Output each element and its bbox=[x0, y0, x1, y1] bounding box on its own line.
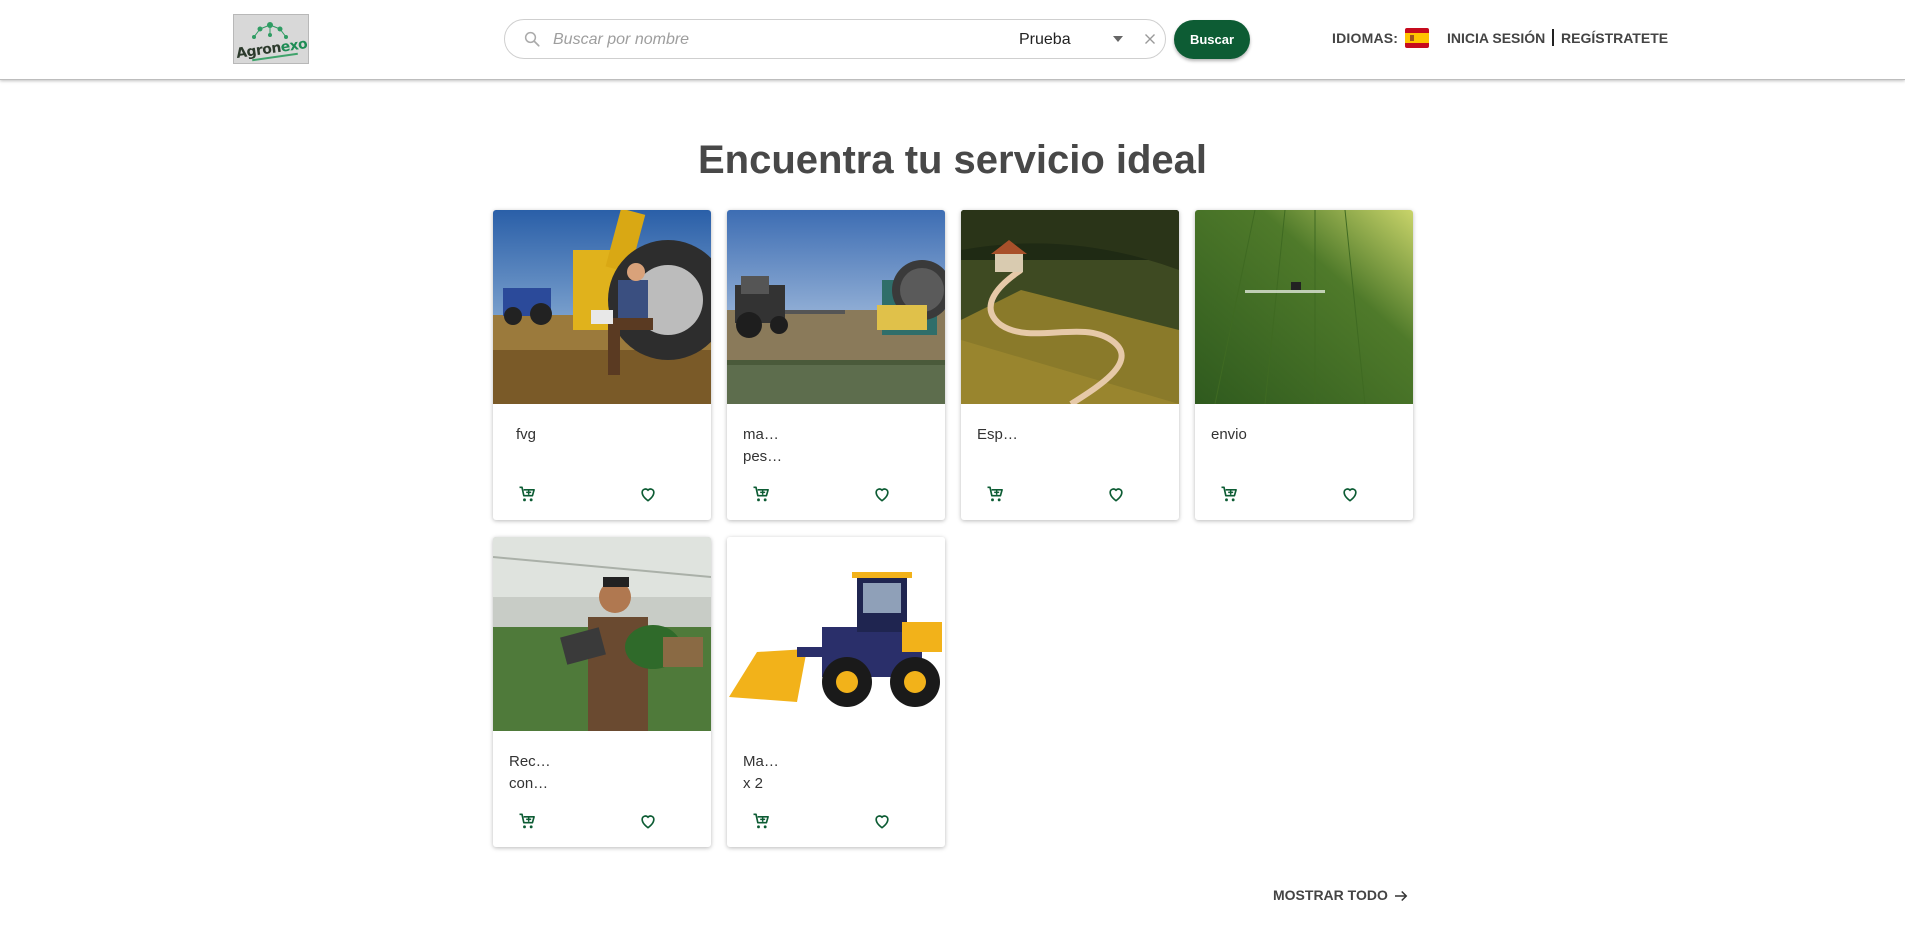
service-name-line1: Rec… bbox=[509, 753, 551, 770]
service-name-line2: pes… bbox=[743, 448, 783, 465]
close-icon[interactable] bbox=[1141, 30, 1159, 48]
favorite-heart-icon[interactable] bbox=[872, 484, 892, 504]
service-image-vineyard-road bbox=[961, 210, 1179, 404]
divider bbox=[1552, 29, 1554, 46]
service-card[interactable]: Esp… bbox=[961, 210, 1179, 520]
add-to-cart-icon[interactable] bbox=[985, 484, 1005, 504]
add-to-cart-icon[interactable] bbox=[751, 811, 771, 831]
page-title: Encuentra tu servicio ideal bbox=[697, 138, 1208, 182]
service-name: fvg bbox=[516, 426, 537, 443]
favorite-heart-icon[interactable] bbox=[638, 811, 658, 831]
service-name: Esp… bbox=[977, 426, 1018, 443]
service-card[interactable]: Ma… x 2 bbox=[727, 537, 945, 847]
language-label: IDIOMAS: bbox=[1332, 30, 1399, 46]
search-button[interactable]: Buscar bbox=[1174, 20, 1250, 59]
favorite-heart-icon[interactable] bbox=[638, 484, 658, 504]
service-name-line2: con… bbox=[509, 775, 549, 792]
service-image-farmer bbox=[493, 210, 711, 404]
service-card[interactable]: Rec… con… bbox=[493, 537, 711, 847]
add-to-cart-icon[interactable] bbox=[1219, 484, 1239, 504]
favorite-heart-icon[interactable] bbox=[872, 811, 892, 831]
add-to-cart-icon[interactable] bbox=[751, 484, 771, 504]
favorite-heart-icon[interactable] bbox=[1340, 484, 1360, 504]
service-image-greenhouse-worker bbox=[493, 537, 711, 731]
service-card[interactable]: envio bbox=[1195, 210, 1413, 520]
agronexo-logo[interactable]: Agronexo bbox=[233, 14, 309, 64]
show-all-link[interactable]: MOSTRAR TODO bbox=[1273, 887, 1388, 903]
add-to-cart-icon[interactable] bbox=[517, 811, 537, 831]
service-image-tractor-irrigation bbox=[727, 210, 945, 404]
register-link[interactable]: REGÍSTRATETE bbox=[1561, 30, 1668, 46]
top-header: Agronexo Prueba Buscar IDIOMAS: INICIA S… bbox=[0, 0, 1905, 80]
search-input[interactable] bbox=[553, 26, 993, 54]
service-name-line2: x 2 bbox=[743, 775, 764, 792]
service-name-line1: ma… bbox=[743, 426, 779, 443]
service-card[interactable]: ma… pes… bbox=[727, 210, 945, 520]
service-card[interactable]: fvg bbox=[493, 210, 711, 520]
search-bar: Prueba bbox=[504, 19, 1166, 59]
service-image-green-field bbox=[1195, 210, 1413, 404]
service-name-line1: Ma… bbox=[743, 753, 779, 770]
search-icon[interactable] bbox=[523, 30, 541, 48]
spain-flag-icon[interactable] bbox=[1405, 28, 1429, 48]
add-to-cart-icon[interactable] bbox=[517, 484, 537, 504]
login-link[interactable]: INICIA SESIÓN bbox=[1447, 30, 1545, 46]
chevron-down-icon[interactable] bbox=[1113, 36, 1123, 42]
arrow-right-icon[interactable] bbox=[1392, 887, 1410, 905]
service-name: envio bbox=[1211, 426, 1247, 443]
service-image-wheel-loader bbox=[727, 537, 945, 731]
favorite-heart-icon[interactable] bbox=[1106, 484, 1126, 504]
